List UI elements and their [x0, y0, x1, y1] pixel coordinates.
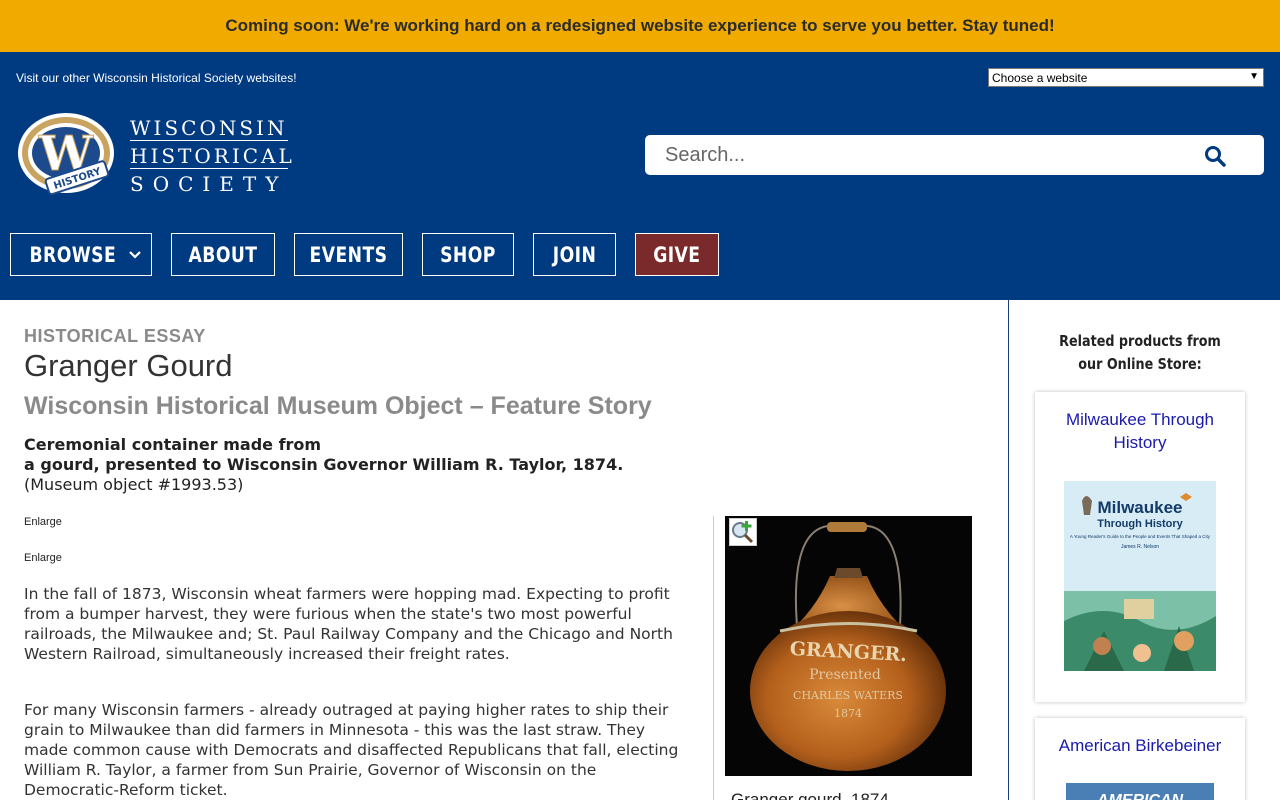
search-bar — [645, 135, 1264, 175]
logo-divider — [130, 140, 288, 141]
product-card[interactable]: Milwaukee Through History Milwaukee Thro… — [1035, 392, 1245, 702]
nav-join-label: JOIN — [552, 242, 597, 267]
cover-title: Milwaukee — [1097, 498, 1182, 517]
enlarge-link[interactable]: Enlarge — [24, 516, 62, 528]
product-card[interactable]: American Birkebeiner AMERICAN — [1035, 718, 1245, 800]
figure-caption: Granger gourd, 1874 — [731, 790, 889, 800]
article-lede: Ceremonial container made from a gourd, … — [24, 435, 623, 495]
nav-give-label: GIVE — [653, 242, 701, 267]
cover-subtitle: A Young Reader's Guide to the People and… — [1070, 534, 1211, 539]
gourd-inscription: 1874 — [834, 707, 862, 720]
chevron-down-icon: ▼ — [1249, 71, 1259, 82]
announcement-text: Coming soon: We're working hard on a red… — [225, 16, 1055, 35]
cover-title: Through History — [1097, 518, 1183, 530]
page-subtitle: Wisconsin Historical Museum Object – Fea… — [24, 392, 652, 420]
main-nav: BROWSE ABOUT EVENTS SHOP JOIN GIVE — [10, 233, 738, 276]
related-products-heading: Related products from our Online Store: — [1009, 330, 1271, 376]
search-icon[interactable] — [1204, 145, 1226, 167]
product-title[interactable]: American Birkebeiner — [1035, 718, 1245, 757]
lede-line-3: (Museum object #1993.53) — [24, 475, 244, 494]
other-sites-label: Visit our other Wisconsin Historical Soc… — [16, 71, 297, 85]
logo-line-2: HISTORICAL — [130, 144, 295, 168]
nav-browse[interactable]: BROWSE — [10, 233, 152, 276]
nav-give[interactable]: GIVE — [635, 233, 719, 276]
article-paragraph: In the fall of 1873, Wisconsin wheat far… — [24, 585, 673, 663]
enlarge-link[interactable]: Enlarge — [24, 552, 62, 564]
nav-join[interactable]: JOIN — [533, 233, 616, 276]
gourd-photo[interactable]: GRANGER. Presented CHARLES WATERS 1874 — [725, 516, 972, 776]
gourd-inscription: CHARLES WATERS — [793, 689, 903, 702]
site-header: Visit our other Wisconsin Historical Soc… — [0, 52, 1280, 300]
logo-line-3: SOCIETY — [130, 172, 288, 196]
sidebar: Related products from our Online Store: … — [1008, 300, 1280, 800]
chevron-down-icon — [129, 250, 141, 259]
logo-wordmark: WISCONSIN HISTORICAL SOCIETY — [130, 114, 295, 198]
gourd-inscription: Presented — [809, 667, 881, 683]
nav-events[interactable]: EVENTS — [294, 233, 403, 276]
nav-about[interactable]: ABOUT — [171, 233, 275, 276]
cover-title: AMERICAN — [1096, 792, 1184, 800]
nav-about-label: ABOUT — [188, 242, 258, 267]
lede-line-2: a gourd, presented to Wisconsin Governor… — [24, 455, 624, 474]
article-paragraph: For many Wisconsin farmers - already out… — [24, 701, 679, 799]
badge-logo-icon: W HISTORY — [18, 113, 114, 196]
book-cover-image[interactable]: Milwaukee Through History A Young Reader… — [1064, 481, 1216, 671]
cover-author: James R. Nelson — [1121, 544, 1159, 550]
article-figure: GRANGER. Presented CHARLES WATERS 1874 G… — [713, 516, 973, 800]
search-input[interactable] — [645, 135, 1205, 175]
article-eyebrow: HISTORICAL ESSAY — [24, 326, 206, 346]
logo-divider — [130, 168, 288, 169]
product-title[interactable]: Milwaukee Through History — [1035, 392, 1245, 454]
gourd-image: GRANGER. Presented CHARLES WATERS 1874 — [725, 516, 972, 776]
nav-browse-label: BROWSE — [29, 242, 117, 267]
website-select[interactable]: Choose a website ▼ — [988, 68, 1264, 87]
page-title: Granger Gourd — [24, 348, 233, 383]
website-select-value: Choose a website — [992, 70, 1088, 85]
nav-shop-label: SHOP — [440, 242, 496, 267]
book-cover-image[interactable]: AMERICAN — [1066, 783, 1214, 800]
logo-line-1: WISCONSIN — [130, 116, 288, 140]
lede-line-1: Ceremonial container made from — [24, 435, 322, 454]
zoom-in-icon[interactable] — [729, 518, 757, 546]
announcement-banner: Coming soon: We're working hard on a red… — [0, 0, 1280, 52]
nav-shop[interactable]: SHOP — [422, 233, 514, 276]
nav-events-label: EVENTS — [309, 242, 388, 267]
related-products-heading-text: Related products from our Online Store: — [1059, 332, 1221, 373]
